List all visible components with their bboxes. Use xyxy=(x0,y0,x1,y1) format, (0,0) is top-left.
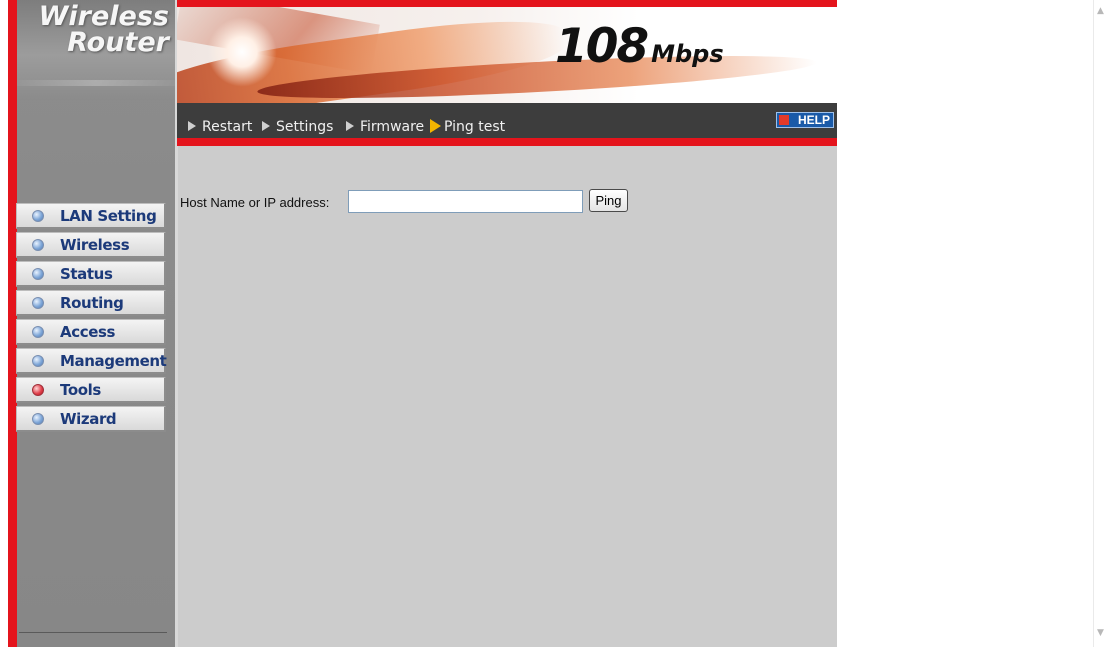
scroll-down-icon[interactable]: ▼ xyxy=(1097,628,1104,638)
sidebar-item-wizard[interactable]: Wizard xyxy=(16,406,166,432)
sidebar-item-lan-setting[interactable]: LAN Setting xyxy=(16,203,166,229)
sidebar-item-label: LAN Setting xyxy=(60,207,157,225)
main-content: Host Name or IP address: Ping xyxy=(178,146,837,647)
sidebar-item-label: Access xyxy=(60,323,116,341)
vertical-scrollbar[interactable]: ▲ ▼ xyxy=(1093,0,1106,647)
help-button[interactable]: HELP xyxy=(776,112,834,128)
sidebar-item-label: Wizard xyxy=(60,410,117,428)
triangle-right-icon xyxy=(262,121,270,131)
nav-item-restart[interactable]: Restart xyxy=(188,119,252,135)
blue-orb-icon xyxy=(32,413,44,425)
sidebar-divider xyxy=(19,632,167,633)
logo-stripe xyxy=(17,80,175,86)
sidebar-item-label: Wireless xyxy=(60,236,130,254)
banner-flare xyxy=(207,17,277,87)
blue-orb-icon xyxy=(32,326,44,338)
sidebar-item-label: Routing xyxy=(60,294,124,312)
sidebar-item-status[interactable]: Status xyxy=(16,261,166,287)
host-label: Host Name or IP address: xyxy=(180,195,330,210)
nav-item-settings[interactable]: Settings xyxy=(262,119,333,135)
speed-badge: 108 Mbps xyxy=(555,19,724,74)
nav-item-firmware[interactable]: Firmware xyxy=(346,119,424,135)
ping-button[interactable]: Ping xyxy=(589,189,628,212)
speed-number: 108 xyxy=(555,19,649,74)
nav-item-label: Ping test xyxy=(444,119,506,135)
blue-orb-icon xyxy=(32,210,44,222)
sidebar-item-label: Management xyxy=(60,352,167,370)
sidebar-item-label: Status xyxy=(60,265,113,283)
banner-top-bar xyxy=(177,0,837,7)
blue-orb-icon xyxy=(32,355,44,367)
logo-line-router: Router xyxy=(67,27,169,58)
nav-item-label: Restart xyxy=(202,119,253,135)
triangle-right-icon xyxy=(430,119,441,133)
router-admin-page: Wireless Router LAN Setting Wireless Sta… xyxy=(0,0,1106,647)
sidebar-item-tools[interactable]: Tools xyxy=(16,377,166,403)
left-margin xyxy=(0,0,8,647)
sidebar-item-management[interactable]: Management xyxy=(16,348,167,374)
sidebar-item-wireless[interactable]: Wireless xyxy=(16,232,166,258)
banner: 108 Mbps xyxy=(177,7,837,103)
help-label: HELP xyxy=(797,113,830,127)
sidebar-item-routing[interactable]: Routing xyxy=(16,290,166,316)
sidebar-item-label: Tools xyxy=(60,381,101,399)
triangle-right-icon xyxy=(188,121,196,131)
host-input[interactable] xyxy=(348,190,583,213)
sidebar-logo: Wireless Router xyxy=(17,0,175,100)
nav-item-label: Firmware xyxy=(360,119,425,135)
blue-orb-icon xyxy=(32,239,44,251)
nav-item-label: Settings xyxy=(276,119,334,135)
triangle-right-icon xyxy=(346,121,354,131)
nav-item-ping-test[interactable]: Ping test xyxy=(430,119,505,135)
help-icon xyxy=(779,115,789,125)
blue-orb-icon xyxy=(32,268,44,280)
top-nav: Restart Settings Firmware Ping test HELP xyxy=(177,103,837,138)
scroll-up-icon[interactable]: ▲ xyxy=(1097,6,1104,16)
speed-unit: Mbps xyxy=(651,40,724,68)
sidebar-menu: LAN Setting Wireless Status Routing Acce… xyxy=(16,203,167,435)
blue-orb-icon xyxy=(32,297,44,309)
red-orb-icon xyxy=(32,384,44,396)
logo-text: Wireless Router xyxy=(39,3,169,58)
nav-underline xyxy=(177,138,837,146)
sidebar-item-access[interactable]: Access xyxy=(16,319,166,345)
